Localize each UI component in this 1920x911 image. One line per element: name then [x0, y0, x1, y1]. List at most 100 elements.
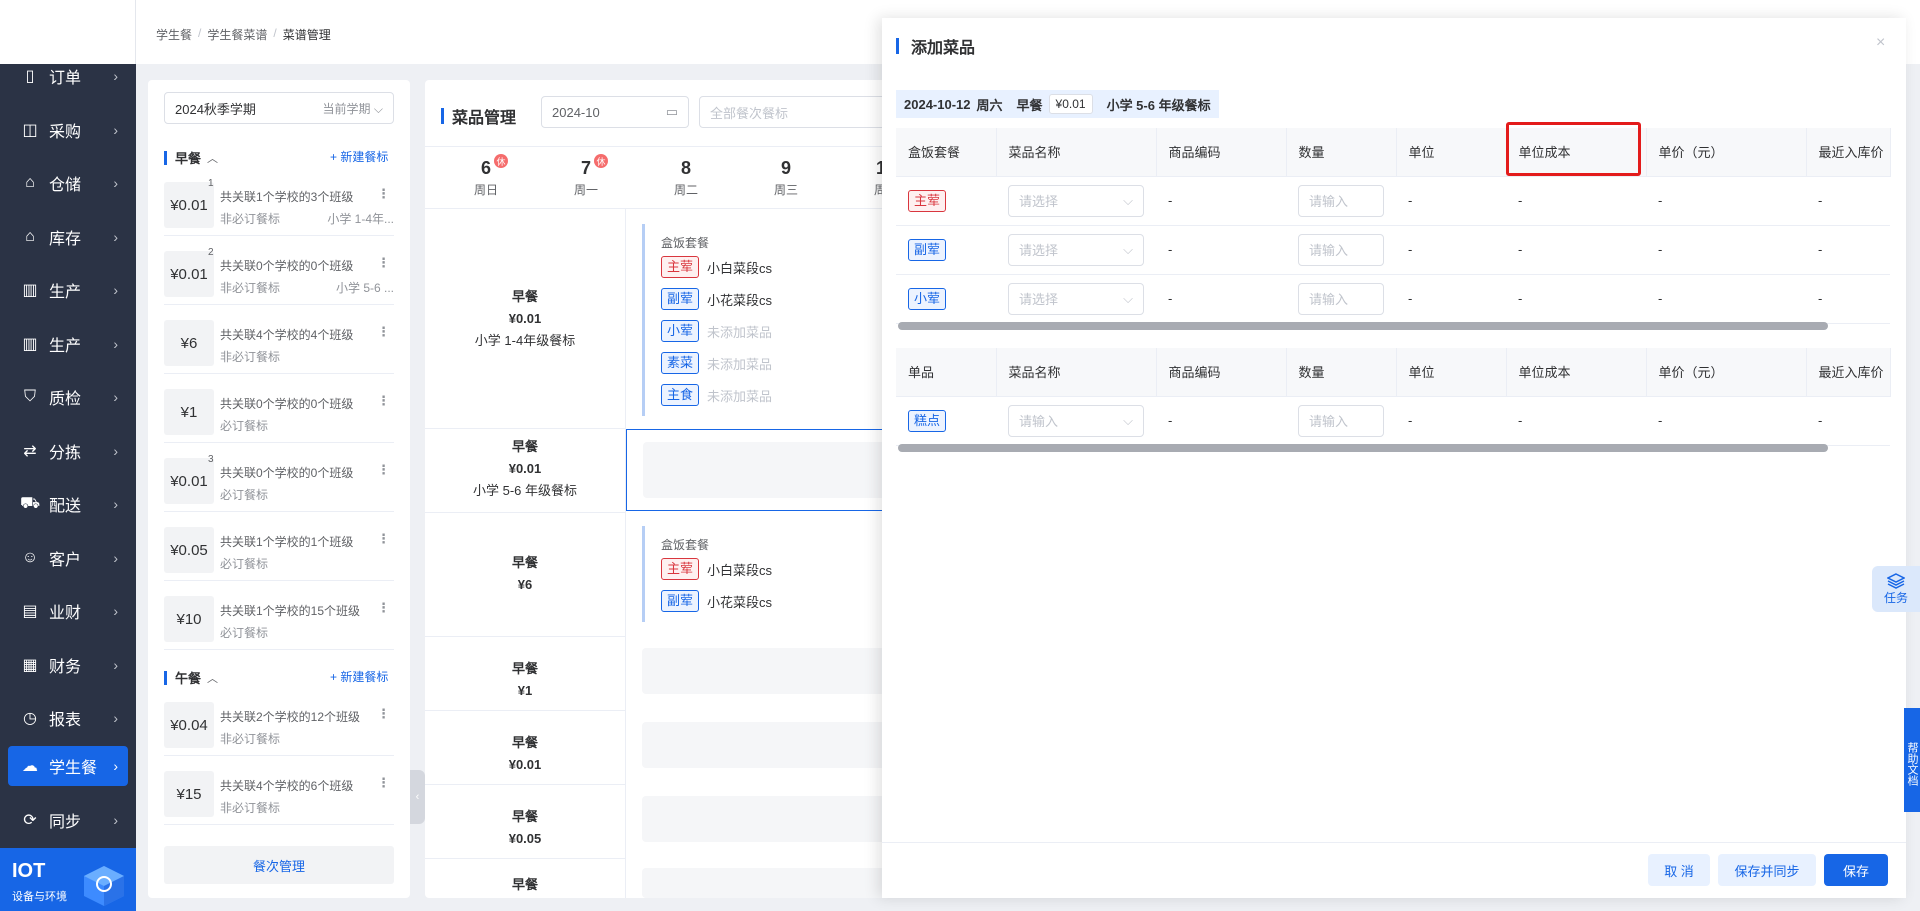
meal-standard-item[interactable]: ¥0.01 3 共关联0个学校的0个班级 必订餐标 ⋮ [164, 446, 394, 512]
dish-category-tag: 副荤 [908, 238, 947, 261]
meal-link-desc: 共关联0个学校的0个班级 [220, 259, 354, 273]
dish-row[interactable]: 主荤 小白菜段cs [661, 256, 772, 278]
meal-standard-item[interactable]: ¥0.01 1 共关联1个学校的3个班级 非必订餐标 小学 1-4年... ⋮ [164, 170, 394, 236]
meal-type: 必订餐标 [220, 488, 269, 502]
iot-footer[interactable]: IOT 设备与环境 [0, 848, 136, 911]
meal-standard-item[interactable]: ¥1 共关联0个学校的0个班级 必订餐标 ⋮ [164, 377, 394, 443]
sidebar-item-label: 同步 [49, 814, 82, 831]
sidebar-item[interactable]: ▤ 业财 › [0, 591, 136, 631]
day-header[interactable]: 9 周三 [746, 158, 826, 198]
meal-index: 3 [208, 454, 214, 465]
quantity-input[interactable]: 请输入 [1298, 282, 1384, 315]
lunch-section-title[interactable]: 午餐 ︿ [164, 668, 218, 687]
dish-select[interactable]: 请选择 ⌵ [1008, 184, 1144, 217]
meal-standard-item[interactable]: ¥6 共关联4个学校的4个班级 非必订餐标 ⋮ [164, 308, 394, 374]
horizontal-scrollbar[interactable] [898, 322, 1828, 330]
recent-inbound-price: - [1806, 225, 1890, 275]
close-icon[interactable]: × [1876, 34, 1885, 52]
day-header[interactable]: 7 周一 休 [546, 154, 626, 198]
sidebar-item[interactable]: ⛟ 配送 › [0, 484, 136, 524]
more-vertical-icon[interactable]: ⋮ [377, 255, 390, 271]
more-vertical-icon[interactable]: ⋮ [377, 531, 390, 547]
breakfast-section-title[interactable]: 早餐 ︿ [164, 148, 218, 167]
breadcrumb-item[interactable]: 学生餐菜谱 [207, 26, 267, 43]
meal-standard-item[interactable]: ¥15 共关联4个学校的6个班级 非必订餐标 ⋮ [164, 759, 394, 825]
more-vertical-icon[interactable]: ⋮ [377, 600, 390, 616]
meal-price: ¥1 [164, 389, 214, 435]
meal-standard-item[interactable]: ¥10 共关联1个学校的15个班级 必订餐标 ⋮ [164, 584, 394, 650]
more-vertical-icon[interactable]: ⋮ [377, 706, 390, 722]
dish-row[interactable]: 副荤 小花菜段cs [661, 590, 772, 612]
collapse-panel-toggle[interactable]: ‹ [410, 770, 425, 824]
breadcrumb-current: 菜谱管理 [282, 28, 331, 42]
day-header[interactable]: 8 周二 [646, 158, 726, 198]
meal-type: 必订餐标 [220, 557, 269, 571]
dish-select[interactable]: 请输入 ⌵ [1008, 404, 1144, 437]
meal-link-desc: 共关联0个学校的0个班级 [220, 466, 354, 480]
cube-icon [84, 866, 124, 906]
help-docs-float-button[interactable]: 帮助文档 [1904, 708, 1920, 812]
add-lunch-standard-link[interactable]: + 新建餐标 [330, 668, 388, 685]
breadcrumb-item[interactable]: 学生餐 [156, 26, 192, 43]
quantity-input[interactable]: 请输入 [1298, 404, 1384, 437]
meal-standard-item[interactable]: ¥0.01 2 共关联0个学校的0个班级 非必订餐标 小学 5-6 ... ⋮ [164, 239, 394, 305]
more-vertical-icon[interactable]: ⋮ [377, 393, 390, 409]
sidebar-item[interactable]: ◫ 采购 › [0, 110, 136, 150]
chevron-right-icon: › [113, 442, 118, 459]
sidebar-item[interactable]: ▦ 财务 › [0, 645, 136, 685]
sidebar-item[interactable]: ⛉ 质检 › [0, 377, 136, 417]
dish-row[interactable]: 小荤 未添加菜品 [661, 320, 772, 342]
sidebar-item[interactable]: ⌂ 库存 › [0, 217, 136, 257]
meal-price: ¥0.04 [164, 702, 214, 748]
unit-cost: - [1506, 225, 1646, 275]
horizontal-scrollbar[interactable] [898, 444, 1828, 452]
day-number: 6 [480, 158, 491, 178]
selected-menu-cell[interactable] [626, 429, 926, 511]
table-header: 单品 [896, 348, 997, 397]
save-and-sync-button[interactable]: 保存并同步 [1718, 854, 1816, 886]
quantity-input[interactable]: 请输入 [1298, 184, 1384, 217]
unit-cost: - [1506, 274, 1646, 324]
table-row: 糕点 请输入 ⌵ - 请输入 - - - - [896, 396, 1890, 446]
sidebar-item[interactable]: ◷ 报表 › [0, 698, 136, 738]
chevron-right-icon: › [113, 68, 118, 84]
sidebar-item[interactable]: ⟳ 同步 › [0, 800, 136, 840]
dish-row[interactable]: 主食 未添加菜品 [661, 384, 772, 406]
dish-row[interactable]: 主荤 小白菜段cs [661, 558, 772, 580]
sidebar-item-label: 学生餐 [49, 760, 98, 777]
quantity-input[interactable]: 请输入 [1298, 233, 1384, 266]
meal-link-desc: 共关联4个学校的4个班级 [220, 328, 354, 342]
sidebar-item[interactable]: ▯ 订单 › [0, 56, 136, 96]
row-price: ¥0.01 [508, 461, 542, 476]
sidebar-item[interactable]: ☁ 学生餐 › [8, 746, 128, 786]
sidebar-item[interactable]: ▥ 生产 › [0, 270, 136, 310]
sidebar-item[interactable]: ▥ 生产 › [0, 324, 136, 364]
meal-standard-item[interactable]: ¥0.04 共关联2个学校的12个班级 非必订餐标 ⋮ [164, 690, 394, 756]
dish-row[interactable]: 素菜 未添加菜品 [661, 352, 772, 374]
meal-times-manage-button[interactable]: 餐次管理 [164, 846, 394, 884]
iot-subtitle: 设备与环境 [12, 891, 67, 903]
meal-standard-item[interactable]: ¥0.05 共关联1个学校的1个班级 必订餐标 ⋮ [164, 515, 394, 581]
more-vertical-icon[interactable]: ⋮ [377, 186, 390, 202]
sidebar-item[interactable]: ⌂ 仓储 › [0, 163, 136, 203]
dish-category-tag: 小荤 [908, 287, 947, 310]
chevron-right-icon: › [113, 335, 118, 352]
table-header: 最近入库价 [1806, 348, 1891, 397]
task-float-button[interactable]: 任务 [1872, 566, 1920, 612]
info-price: ¥0.01 [1048, 94, 1093, 114]
sidebar-item[interactable]: ⇄ 分拣 › [0, 431, 136, 471]
dish-select[interactable]: 请选择 ⌵ [1008, 282, 1144, 315]
cancel-button[interactable]: 取 消 [1648, 854, 1710, 886]
dish-select[interactable]: 请选择 ⌵ [1008, 233, 1144, 266]
sidebar-item[interactable]: ☺ 客户 › [0, 538, 136, 578]
add-breakfast-standard-link[interactable]: + 新建餐标 [330, 148, 388, 165]
month-picker[interactable]: 2024-10 ▭ [541, 96, 689, 128]
day-header[interactable]: 6 周日 休 [446, 154, 526, 198]
dish-row[interactable]: 副荤 小花菜段cs [661, 288, 772, 310]
report-icon: ◷ [23, 710, 37, 727]
save-button[interactable]: 保存 [1824, 854, 1888, 886]
more-vertical-icon[interactable]: ⋮ [377, 324, 390, 340]
more-vertical-icon[interactable]: ⋮ [377, 775, 390, 791]
more-vertical-icon[interactable]: ⋮ [377, 462, 390, 478]
semester-select[interactable]: 2024秋季学期 当前学期 ⌵ [164, 92, 394, 124]
